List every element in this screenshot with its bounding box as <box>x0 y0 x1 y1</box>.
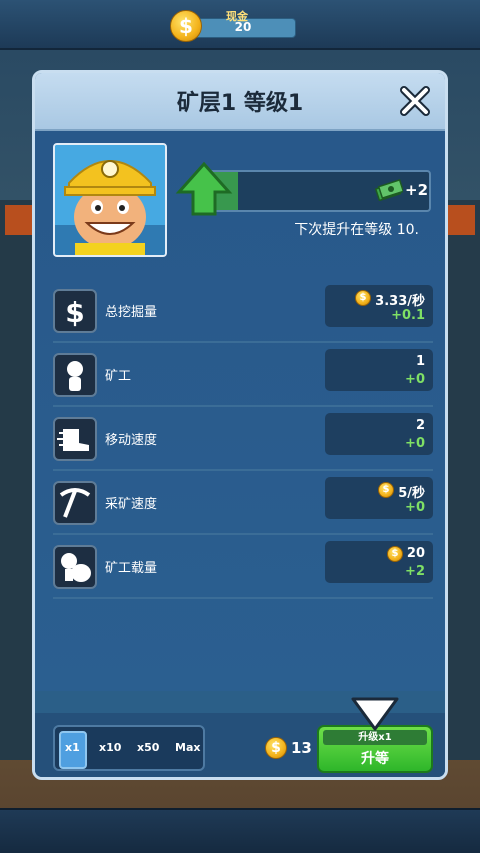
stat-value-box: 2 +0 <box>325 413 433 455</box>
cash-value: 20 <box>234 20 252 34</box>
stat-row: $ 总挖掘量 3.33/秒 +0.1 $ <box>53 285 433 335</box>
multiplier-x50[interactable]: x50 <box>137 741 159 754</box>
level-gain-value: +2 <box>405 181 429 199</box>
coin-icon: $ <box>378 482 394 498</box>
mine-beam-left <box>5 205 35 235</box>
cash-stack-icon <box>375 178 403 201</box>
stat-gain: +0.1 <box>391 308 425 323</box>
upgrade-button[interactable]: 升级x1 升等 <box>317 725 433 773</box>
upgrade-label: 升等 <box>361 751 389 767</box>
multiplier-max[interactable]: Max <box>175 741 200 754</box>
mine-level-dialog: 矿层1 等级1 +2 下次提升在等级 10. x1 x10 x50 Max $ … <box>32 70 448 780</box>
stat-value: 20 <box>406 546 425 561</box>
stat-label: 矿工载量 <box>105 561 158 576</box>
cash-display: 现金 20 $ <box>170 8 296 42</box>
stat-row: 移动速度 2 +0 <box>53 413 433 463</box>
stat-label: 总挖掘量 <box>105 305 158 320</box>
tutorial-pointer-icon <box>351 697 399 731</box>
coin-icon: $ <box>170 10 202 42</box>
svg-text:$: $ <box>65 296 84 329</box>
bottom-bar-background <box>0 808 480 853</box>
row-divider <box>53 341 433 343</box>
miner-icon <box>53 353 97 397</box>
stat-gain: +2 <box>405 564 425 579</box>
level-up-arrow-icon <box>175 161 233 216</box>
multiplier-selector: x1 x10 x50 Max <box>53 725 205 771</box>
row-divider <box>53 469 433 471</box>
upgrade-cost: 13 <box>291 739 312 757</box>
multiplier-x1[interactable]: x1 <box>65 741 80 754</box>
dollar-icon: $ <box>53 289 97 333</box>
stat-gain: +0 <box>405 372 425 387</box>
mine-beam-right <box>445 205 475 235</box>
stat-row: 矿工载量 20 +2 $ <box>53 541 433 591</box>
stat-label: 移动速度 <box>105 433 158 448</box>
coin-icon: $ <box>387 546 403 562</box>
row-divider <box>53 405 433 407</box>
stat-row: 采矿速度 5/秒 +0 $ <box>53 477 433 527</box>
stat-value: 3.33/秒 <box>375 294 425 309</box>
multiplier-x10[interactable]: x10 <box>99 741 121 754</box>
stat-value: 5/秒 <box>398 486 425 501</box>
dialog-title: 矿层1 等级1 <box>176 91 304 116</box>
row-divider <box>53 597 433 599</box>
upgrade-amount-label: 升级x1 <box>323 730 427 745</box>
coin-icon: $ <box>265 737 287 759</box>
pickaxe-icon <box>53 481 97 525</box>
manager-portrait <box>53 143 167 257</box>
next-level-text: 下次提升在等级 10. <box>294 222 419 238</box>
stat-gain: +0 <box>405 436 425 451</box>
stat-gain: +0 <box>405 500 425 515</box>
miner-avatar-icon <box>55 145 165 255</box>
stat-value: 1 <box>415 354 425 369</box>
row-divider <box>53 533 433 535</box>
stat-value-box: 1 +0 <box>325 349 433 391</box>
stat-value-box: 5/秒 +0 $ <box>325 477 433 519</box>
stat-label: 采矿速度 <box>105 497 158 512</box>
boot-icon <box>53 417 97 461</box>
stat-label: 矿工 <box>105 369 132 384</box>
stat-value-box: 20 +2 $ <box>325 541 433 583</box>
stat-value: 2 <box>415 418 425 433</box>
close-icon[interactable] <box>399 85 431 117</box>
stat-row: 矿工 1 +0 <box>53 349 433 399</box>
stat-value-box: 3.33/秒 +0.1 $ <box>325 285 433 327</box>
dialog-header: 矿层1 等级1 <box>35 73 445 131</box>
sack-icon <box>53 545 97 589</box>
coin-icon: $ <box>355 290 371 306</box>
